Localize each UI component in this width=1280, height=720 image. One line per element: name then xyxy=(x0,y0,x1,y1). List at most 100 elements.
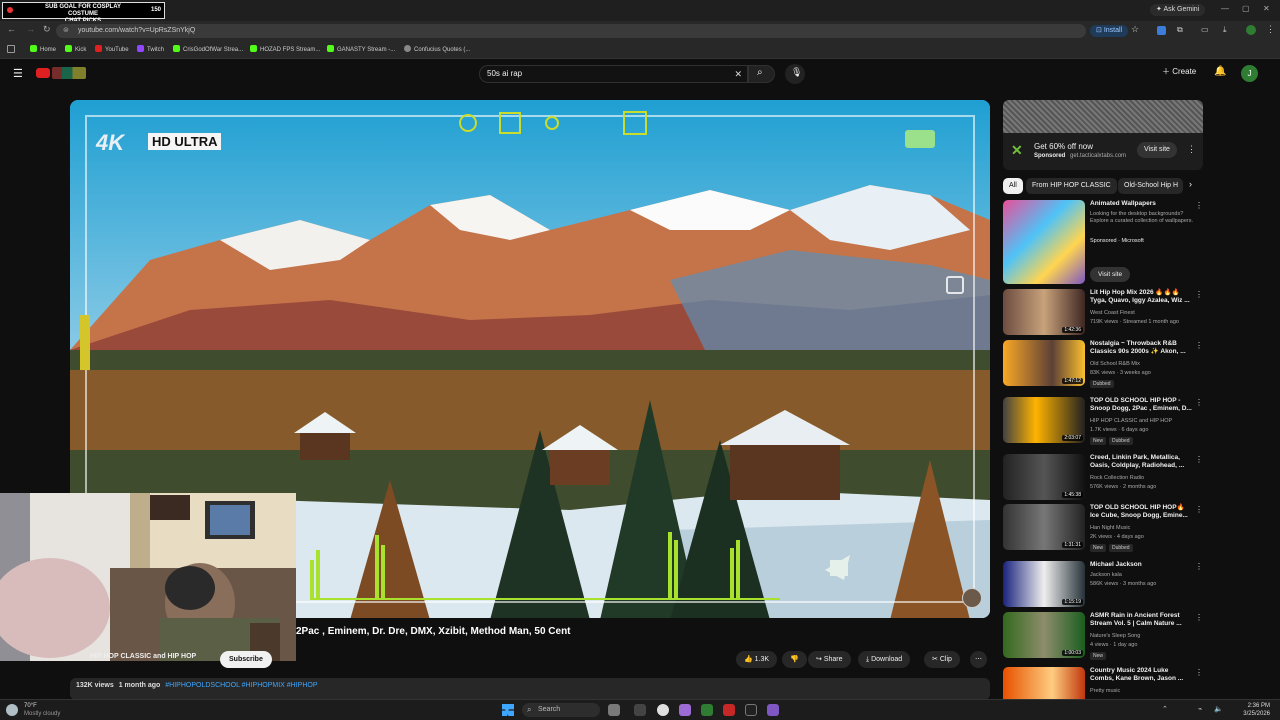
obs-icon[interactable] xyxy=(745,704,757,716)
hamburger-menu-icon[interactable]: ☰ xyxy=(13,67,23,80)
rec-title[interactable]: Animated Wallpapers xyxy=(1090,200,1194,208)
rec-menu-icon[interactable]: ⋮ xyxy=(1195,398,1203,407)
rec-menu-icon[interactable]: ⋮ xyxy=(1195,341,1203,350)
rec-title[interactable]: ASMR Rain in Ancient Forest Stream Vol. … xyxy=(1090,612,1194,628)
app-icon-active[interactable] xyxy=(767,704,779,716)
bookmark-youtube[interactable]: YouTube xyxy=(95,45,129,53)
rec-item[interactable]: 1:47:12 Nostalgia ~ Throwback R&B Classi… xyxy=(1003,340,1203,392)
rec-thumbnail[interactable]: 1:15:19 xyxy=(1003,561,1085,607)
close-window-icon[interactable]: ✕ xyxy=(1263,4,1270,13)
url-field[interactable]: ⊜ youtube.com/watch?v=UpRsZSnYkjQ xyxy=(56,24,1086,38)
rec-thumbnail[interactable]: 1:31:31 xyxy=(1003,504,1085,550)
extension-icon[interactable] xyxy=(1157,26,1166,35)
download-button[interactable]: ⤓ Download xyxy=(858,651,911,668)
rec-title[interactable]: Nostalgia ~ Throwback R&B Classics 90s 2… xyxy=(1090,340,1194,356)
taskbar-search[interactable]: ⌕ Search xyxy=(522,703,600,717)
hashtags[interactable]: #HIPHOPOLDSCHOOL #HIPHOPMIX #HIPHOP xyxy=(165,682,317,689)
chip-all[interactable]: All xyxy=(1003,178,1023,194)
reload-icon[interactable]: ↻ xyxy=(43,24,51,35)
app-icon-purple[interactable] xyxy=(679,704,691,716)
minimize-icon[interactable]: — xyxy=(1221,4,1229,13)
browser-menu-icon[interactable]: ⋮ xyxy=(1266,24,1275,35)
bookmark-star-icon[interactable]: ☆ xyxy=(1131,24,1139,35)
rec-menu-icon[interactable]: ⋮ xyxy=(1195,668,1203,677)
ask-gemini-button[interactable]: ✦ Ask Gemini xyxy=(1150,4,1206,16)
bookmark-crisgodofwar[interactable]: CrisGodOfWar Strea... xyxy=(173,45,243,53)
chip-old-school[interactable]: Old-School Hip H xyxy=(1118,178,1183,194)
share-button[interactable]: ↪ Share xyxy=(808,651,851,668)
rec-item[interactable]: 1:45:38 Creed, Linkin Park, Metallica, O… xyxy=(1003,454,1203,500)
profile-icon[interactable] xyxy=(1246,25,1256,35)
maximize-icon[interactable]: ▢ xyxy=(1242,4,1250,13)
bookmark-confucius[interactable]: Confucius Quotes (... xyxy=(404,45,470,53)
rec-thumbnail[interactable]: 2:03:07 xyxy=(1003,397,1085,443)
forward-icon[interactable]: → xyxy=(26,24,35,34)
voice-search-button[interactable]: 🎙 xyxy=(785,64,805,84)
widgets-icon[interactable] xyxy=(608,704,620,716)
site-info-icon[interactable]: ⊜ xyxy=(63,24,69,38)
rec-thumbnail[interactable] xyxy=(1003,667,1085,699)
rec-menu-icon[interactable]: ⋮ xyxy=(1195,562,1203,571)
clear-search-icon[interactable]: ✕ xyxy=(734,66,742,82)
rec-thumbnail[interactable]: 1:00:03 xyxy=(1003,612,1085,658)
rec-item[interactable]: 1:31:31 TOP OLD SCHOOL HIP HOP🔥 Ice Cube… xyxy=(1003,504,1203,556)
notifications-bell-icon[interactable]: 🔔 xyxy=(1214,66,1226,77)
weather-icon[interactable] xyxy=(6,704,18,716)
subscribe-button[interactable]: Subscribe xyxy=(220,651,272,668)
bookmark-ganasty[interactable]: GANASTY Stream -... xyxy=(327,45,395,53)
rec-title[interactable]: Michael Jackson xyxy=(1090,561,1194,569)
install-button[interactable]: ⊡ Install xyxy=(1090,25,1129,37)
rec-menu-icon[interactable]: ⋮ xyxy=(1195,290,1203,299)
rec-menu-icon[interactable]: ⋮ xyxy=(1195,201,1203,210)
chrome-icon[interactable] xyxy=(657,704,669,716)
channel-watermark-icon[interactable] xyxy=(962,588,982,608)
rec-item[interactable]: 1:00:03 ASMR Rain in Ancient Forest Stre… xyxy=(1003,612,1203,662)
rec-title[interactable]: Country Music 2024 Luke Combs, Kane Brow… xyxy=(1090,667,1194,683)
channel-name[interactable]: HIP HOP CLASSIC and HIP HOP xyxy=(90,653,196,660)
youtube-logo-icon[interactable] xyxy=(36,68,50,78)
bookmark-kick[interactable]: Kick xyxy=(65,45,86,53)
volume-icon[interactable]: 🔈 xyxy=(1214,705,1223,713)
rec-visit-site-button[interactable]: Visit site xyxy=(1090,267,1131,282)
start-windows-icon[interactable] xyxy=(502,704,514,716)
bookmark-twitch[interactable]: Twitch xyxy=(137,45,164,53)
network-icon[interactable]: ⌁ xyxy=(1198,705,1202,713)
doodle-logo[interactable] xyxy=(52,67,86,79)
dislike-button[interactable]: 👎 xyxy=(782,651,807,668)
taskbar-clock[interactable]: 2:36 PM 3/25/2026 xyxy=(1243,702,1270,718)
rec-title[interactable]: TOP OLD SCHOOL HIP HOP🔥 Ice Cube, Snoop … xyxy=(1090,504,1194,520)
chip-from-channel[interactable]: From HIP HOP CLASSIC xyxy=(1026,178,1117,194)
rec-title[interactable]: Creed, Linkin Park, Metallica, Oasis, Co… xyxy=(1090,454,1194,470)
back-icon[interactable]: ← xyxy=(7,24,16,34)
search-input[interactable]: 50s ai rap ✕ xyxy=(479,65,748,83)
rec-item[interactable]: 2:03:07 TOP OLD SCHOOL HIP HOP - Snoop D… xyxy=(1003,397,1203,449)
task-view-icon[interactable] xyxy=(634,704,646,716)
sidepanel-icon[interactable]: ▭ xyxy=(1201,25,1209,34)
rec-item[interactable]: 1:42:36 Lit Hip Hop Mix 2026 🔥🔥🔥 Tyga, Q… xyxy=(1003,289,1203,337)
rec-item-ad[interactable]: Animated Wallpapers Looking for the desk… xyxy=(1003,200,1203,286)
account-avatar[interactable]: J xyxy=(1241,65,1258,82)
chips-next-icon[interactable]: › xyxy=(1189,179,1192,189)
app-icon-red[interactable] xyxy=(723,704,735,716)
rec-title[interactable]: Lit Hip Hop Mix 2026 🔥🔥🔥 Tyga, Quavo, Ig… xyxy=(1090,289,1194,305)
create-button[interactable]: ＋ Create xyxy=(1162,66,1196,77)
more-actions-button[interactable]: ⋯ xyxy=(970,651,987,668)
rec-thumbnail[interactable]: 1:42:36 xyxy=(1003,289,1085,335)
rec-item[interactable]: 1:15:19 Michael Jackson Jackson kala 586… xyxy=(1003,561,1203,607)
search-button[interactable]: ⌕ xyxy=(748,65,775,83)
weather-widget[interactable]: 70°F Mostly cloudy xyxy=(24,702,60,718)
apps-grid-icon[interactable] xyxy=(7,45,15,53)
clip-button[interactable]: ✂ Clip xyxy=(924,651,960,668)
ad-visit-site-button[interactable]: Visit site xyxy=(1137,142,1177,158)
rec-item[interactable]: Country Music 2024 Luke Combs, Kane Brow… xyxy=(1003,667,1203,699)
bookmark-hozad[interactable]: HOZAD FPS Stream... xyxy=(250,45,320,53)
ad-menu-icon[interactable]: ⋮ xyxy=(1187,144,1196,155)
rec-menu-icon[interactable]: ⋮ xyxy=(1195,505,1203,514)
downloads-icon[interactable]: ⤓ xyxy=(1223,25,1227,35)
rec-title[interactable]: TOP OLD SCHOOL HIP HOP - Snoop Dogg, 2Pa… xyxy=(1090,397,1194,413)
rec-thumbnail[interactable]: 1:45:38 xyxy=(1003,454,1085,500)
rec-menu-icon[interactable]: ⋮ xyxy=(1195,613,1203,622)
bookmark-home[interactable]: Home xyxy=(30,45,56,53)
rec-thumbnail[interactable]: 1:47:12 xyxy=(1003,340,1085,386)
sponsored-ad-card[interactable]: ✕ Get 60% off now Sponsored get.tactical… xyxy=(1003,100,1203,170)
